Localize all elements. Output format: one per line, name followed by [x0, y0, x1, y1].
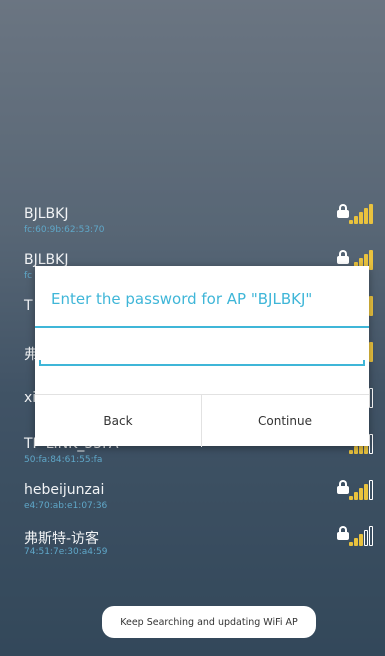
signal-bar — [349, 542, 353, 546]
wifi-item[interactable]: 弗斯特-访客 74:51:7e:30:a4:59 — [0, 518, 385, 564]
wifi-signal-icon — [349, 478, 375, 500]
wifi-ssid: BJLBKJ — [24, 206, 69, 222]
signal-bar — [364, 208, 368, 224]
back-button[interactable]: Back — [35, 395, 201, 447]
wifi-mac: 74:51:7e:30:a4:59 — [24, 547, 108, 557]
wifi-ssid: hebeijunzai — [24, 482, 105, 498]
signal-bar — [354, 538, 358, 546]
signal-bar — [369, 342, 373, 362]
signal-bar — [349, 220, 353, 224]
signal-bar — [369, 480, 373, 500]
signal-bar — [349, 450, 353, 454]
lock-icon — [337, 204, 349, 218]
signal-bar — [369, 204, 373, 224]
lock-icon — [337, 250, 349, 264]
signal-bar — [369, 388, 373, 408]
signal-bar — [369, 250, 373, 270]
wifi-mac: e4:70:ab:e1:07:36 — [24, 501, 108, 511]
wifi-item[interactable]: hebeijunzai e4:70:ab:e1:07:36 — [0, 472, 385, 518]
signal-bar — [354, 492, 358, 500]
wifi-signal-icon — [349, 202, 375, 224]
wifi-mac: fc — [24, 271, 33, 281]
signal-bar — [369, 296, 373, 316]
wifi-ssid: 弗斯特-访客 — [24, 531, 100, 547]
input-underline-cap — [363, 360, 365, 366]
password-dialog: Enter the password for AP "BJLBKJ" Back … — [35, 266, 369, 447]
toast-message: Keep Searching and updating WiFi AP — [102, 606, 316, 638]
signal-bar — [369, 526, 373, 546]
signal-bar — [369, 434, 373, 454]
signal-bar — [354, 446, 358, 454]
password-input[interactable] — [39, 344, 365, 366]
title-divider — [35, 326, 369, 328]
input-underline-cap — [39, 360, 41, 366]
signal-bar — [349, 496, 353, 500]
wifi-mac: fc:60:9b:62:53:70 — [24, 225, 105, 235]
signal-bar — [354, 216, 358, 224]
signal-bar — [364, 484, 368, 500]
dialog-title: Enter the password for AP "BJLBKJ" — [51, 290, 313, 308]
wifi-ssid: T — [24, 298, 33, 314]
lock-icon — [337, 526, 349, 540]
wifi-mac: 50:fa:84:61:55:fa — [24, 455, 103, 465]
dialog-button-row: Back Continue — [35, 394, 369, 447]
wifi-item[interactable]: BJLBKJ fc:60:9b:62:53:70 — [0, 196, 385, 242]
signal-bar — [359, 212, 363, 224]
signal-bar — [359, 488, 363, 500]
signal-bar — [359, 534, 363, 546]
continue-button[interactable]: Continue — [202, 395, 368, 447]
wifi-signal-icon — [349, 524, 375, 546]
lock-icon — [337, 480, 349, 494]
signal-bar — [364, 530, 368, 546]
